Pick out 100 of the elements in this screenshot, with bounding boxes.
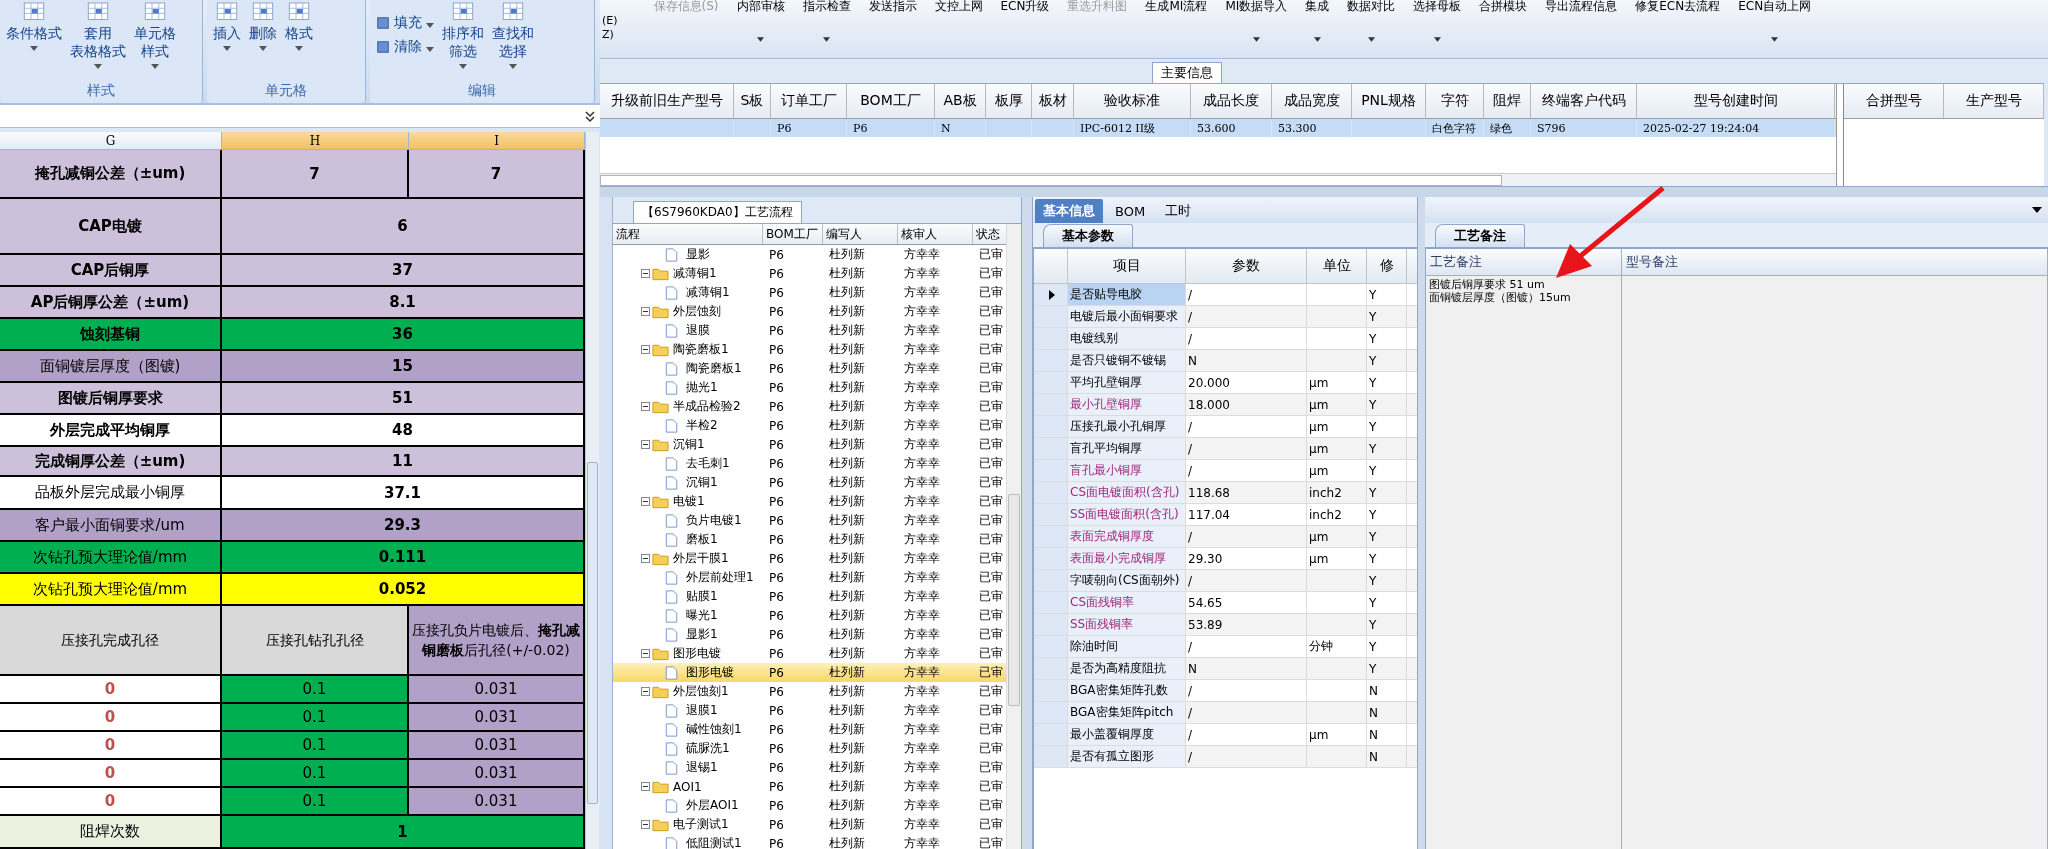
caret-icon[interactable] [1252,37,1260,42]
column-header[interactable]: 字符 [1426,84,1484,118]
splitter[interactable] [1417,197,1425,849]
column-header[interactable]: PNL规格 [1352,84,1426,118]
toolbar-button[interactable]: 文控上网 [932,0,985,15]
tree-row[interactable]: 陶瓷磨板1 P6 杜列新 方幸幸 已审 [613,359,1007,378]
collapse-icon[interactable] [641,687,650,696]
toolbar-button[interactable]: 生成MI流程 [1143,0,1210,15]
column-header[interactable]: G [0,132,222,150]
column-header[interactable]: 板材 [1032,84,1074,118]
scrollbar[interactable] [585,132,599,849]
tree-row[interactable]: 负片电镀1 P6 杜列新 方幸幸 已审 [613,511,1007,530]
caret-icon[interactable] [757,37,765,42]
splitter[interactable] [600,197,613,849]
column-header[interactable]: S板 [734,84,771,118]
expand-icon[interactable] [584,109,596,123]
scrollbar[interactable] [1006,224,1021,849]
toolbar-button[interactable]: 发送指示 [866,0,919,15]
collapse-icon[interactable] [641,307,650,316]
column-header[interactable]: 流程 [613,224,763,244]
toolbar-button[interactable]: 修复ECN去流程 [1633,0,1723,15]
column-header[interactable]: 型号创建时间 [1637,84,1835,118]
column-header[interactable]: 成品长度 [1191,84,1272,118]
panel-tab[interactable]: 【6S7960KDA0】工艺流程 [633,201,802,223]
column-header[interactable]: 阻焊 [1484,84,1531,118]
tree-row[interactable]: 陶瓷磨板1 P6 杜列新 方幸幸 已审 [613,340,1007,359]
column-header[interactable]: 核审人 [898,224,973,244]
tree-row[interactable]: 图形电镀 P6 杜列新 方幸幸 已审 [613,663,1007,682]
caret-icon[interactable] [1367,37,1375,42]
toolbar-button[interactable]: 指示检查 [800,0,853,15]
tree-row[interactable]: 退膜1 P6 杜列新 方幸幸 已审 [613,701,1007,720]
tree-row[interactable]: 减薄铜1 P6 杜列新 方幸幸 已审 [613,283,1007,302]
column-header[interactable]: 合拼型号 [1844,84,1944,118]
ribbon-button[interactable]: 插入 [213,0,241,51]
tree-row[interactable]: 退膜 P6 杜列新 方幸幸 已审 [613,321,1007,340]
tree-row[interactable]: 退锡1 P6 杜列新 方幸幸 已审 [613,758,1007,777]
tree-row[interactable]: 去毛刺1 P6 杜列新 方幸幸 已审 [613,454,1007,473]
toolbar-button[interactable]: ECN升级 [998,0,1052,15]
column-header[interactable]: BOM工厂 [763,224,823,244]
column-header[interactable]: AB板 [935,84,986,118]
tree-row[interactable]: 沉铜1 P6 杜列新 方幸幸 已审 [613,473,1007,492]
panel-tab[interactable]: 基本参数 [1043,224,1133,247]
tree-row[interactable]: 贴膜1 P6 杜列新 方幸幸 已审 [613,587,1007,606]
menu-item[interactable]: Z) [602,28,618,42]
tree-row[interactable]: 磨板1 P6 杜列新 方幸幸 已审 [613,530,1007,549]
column-header[interactable]: 单位 [1307,249,1367,283]
tab[interactable]: BOM [1107,199,1154,223]
tree-row[interactable]: 电子测试1 P6 杜列新 方幸幸 已审 [613,815,1007,834]
toolbar-button[interactable]: 选择母板 [1411,0,1464,15]
tree-row[interactable]: 外层蚀刻1 P6 杜列新 方幸幸 已审 [613,682,1007,701]
tree-row[interactable]: 低阻测试1 P6 杜列新 方幸幸 已审 [613,834,1007,849]
toolbar-button[interactable]: ECN自动上网 [1736,0,1814,15]
ribbon-button[interactable]: 查找和 选择 [492,0,534,69]
tree-row[interactable]: 半检2 P6 杜列新 方幸幸 已审 [613,416,1007,435]
column-header[interactable]: 验收标准 [1074,84,1191,118]
collapse-icon[interactable] [641,649,650,658]
tree-row[interactable]: 碱性蚀刻1 P6 杜列新 方幸幸 已审 [613,720,1007,739]
toolbar-button[interactable]: MI数据导入 [1223,0,1290,15]
text-area[interactable]: 图镀后铜厚要求 51 um 面铜镀层厚度（图镀）15um [1426,276,1622,849]
column-header[interactable]: 生产型号 [1944,84,2044,118]
column-header[interactable]: 订单工厂 [771,84,847,118]
tree-row[interactable]: 减薄铜1 P6 杜列新 方幸幸 已审 [613,264,1007,283]
ribbon-button[interactable]: 排序和 筛选 [442,0,484,69]
caret-icon[interactable] [1433,37,1441,42]
tree-row[interactable]: AOI1 P6 杜列新 方幸幸 已审 [613,777,1007,796]
tree-row[interactable]: 显影 P6 杜列新 方幸幸 已审 [613,245,1007,264]
collapse-icon[interactable] [641,782,650,791]
collapse-icon[interactable] [641,269,650,278]
splitter[interactable] [600,186,2048,197]
menu-item[interactable]: (E) [602,14,618,28]
ribbon-button[interactable]: 删除 [249,0,277,51]
ribbon-button[interactable]: 格式 [285,0,313,51]
column-header[interactable]: 成品宽度 [1272,84,1352,118]
column-header[interactable]: BOM工厂 [847,84,935,118]
tree-row[interactable]: 显影1 P6 杜列新 方幸幸 已审 [613,625,1007,644]
column-header[interactable]: 板厚 [986,84,1032,118]
tree-row[interactable]: 抛光1 P6 杜列新 方幸幸 已审 [613,378,1007,397]
column-header[interactable]: 修 [1367,249,1407,283]
ribbon-button[interactable]: 套用 表格格式 [70,0,126,69]
table-row[interactable]: P6 P6 N IPC-6012 II级 53.600 53.300 白色字符 绿色 S796 2025-02-27 19:24:04 [600,119,1836,137]
ribbon-button[interactable]: 填充 [376,14,434,32]
caret-icon[interactable] [1771,37,1779,42]
collapse-icon[interactable] [641,402,650,411]
tab[interactable]: 工时 [1157,199,1200,223]
column-header[interactable]: 参数 [1186,249,1307,283]
toolbar-button[interactable]: 合拼模块 [1477,0,1530,15]
tree-row[interactable]: 沉铜1 P6 杜列新 方幸幸 已审 [613,435,1007,454]
column-header[interactable]: 编写人 [823,224,898,244]
scrollbar[interactable] [600,173,1836,186]
caret-icon[interactable] [823,37,831,42]
tree-row[interactable]: 外层蚀刻 P6 杜列新 方幸幸 已审 [613,302,1007,321]
collapse-icon[interactable] [641,497,650,506]
tree-row[interactable]: 电镀1 P6 杜列新 方幸幸 已审 [613,492,1007,511]
tab[interactable]: 基本信息 [1035,199,1103,223]
toolbar-button[interactable]: 数据对比 [1345,0,1398,15]
column-header[interactable]: 项目 [1068,249,1186,283]
tree-row[interactable]: 外层干膜1 P6 杜列新 方幸幸 已审 [613,549,1007,568]
tree-row[interactable]: 曝光1 P6 杜列新 方幸幸 已审 [613,606,1007,625]
panel-tab[interactable]: 工艺备注 [1435,224,1525,247]
column-header[interactable]: 型号备注 [1622,249,2048,275]
